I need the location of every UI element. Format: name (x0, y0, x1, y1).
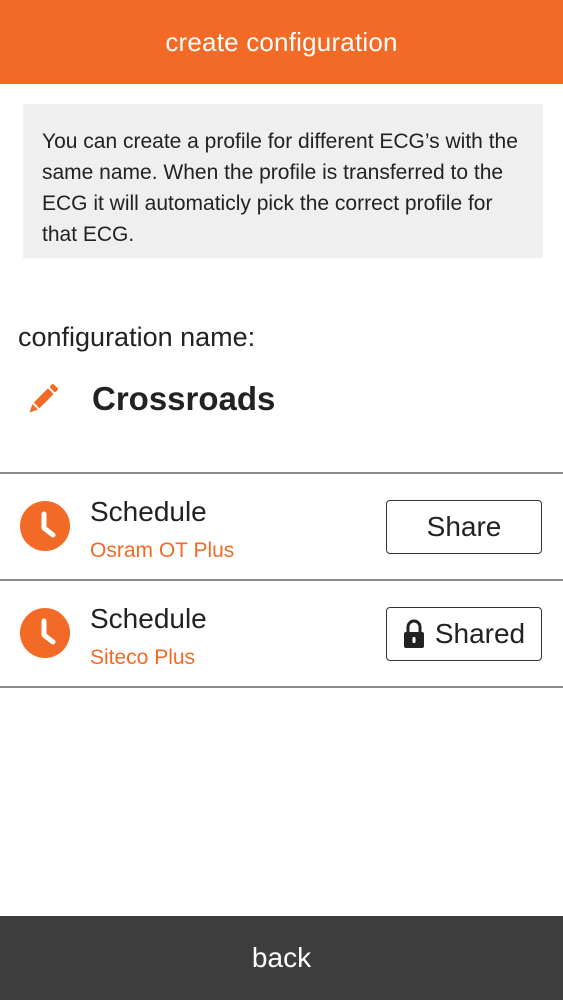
clock-icon (20, 608, 70, 658)
share-button-label: Share (426, 511, 502, 542)
schedule-title: Schedule (90, 603, 207, 634)
divider (0, 686, 563, 688)
shared-button[interactable]: Shared (386, 607, 542, 661)
back-button-label: back (251, 942, 312, 973)
schedule-title: Schedule (90, 496, 207, 527)
info-text: You can create a profile for different E… (42, 130, 518, 246)
shared-button-label: Shared (434, 618, 526, 649)
configuration-name-value[interactable]: Crossroads (92, 380, 275, 418)
configuration-name-row[interactable]: Crossroads (24, 380, 275, 418)
schedule-device: Osram OT Plus (90, 539, 235, 562)
lock-icon (403, 619, 424, 648)
share-button[interactable]: Share (386, 500, 542, 554)
clock-icon (20, 501, 70, 551)
schedule-device: Siteco Plus (90, 646, 196, 669)
schedule-row[interactable]: Schedule Osram OT Plus Share (0, 474, 563, 579)
back-button[interactable]: back (0, 916, 563, 1000)
create-configuration-screen: create configuration You can create a pr… (0, 0, 563, 1000)
info-box: You can create a profile for different E… (23, 104, 543, 258)
pencil-icon[interactable] (24, 380, 62, 418)
schedule-row[interactable]: Schedule Siteco Plus Shared (0, 581, 563, 686)
configuration-name-label: configuration name: (18, 322, 256, 352)
schedule-list: Schedule Osram OT Plus Share Schedule Si… (0, 472, 563, 688)
page-title: create configuration (165, 26, 398, 57)
header-bar: create configuration (0, 0, 563, 84)
